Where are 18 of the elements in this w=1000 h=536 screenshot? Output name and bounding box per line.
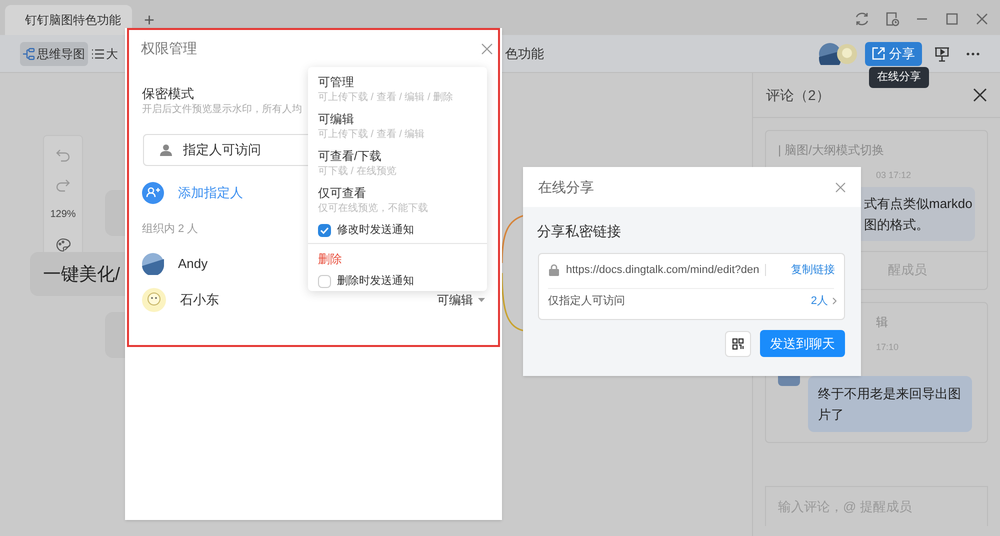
dialog-header: 在线分享 <box>523 167 861 207</box>
comment-title: 辑 <box>876 314 889 330</box>
tooltip: 在线分享 <box>869 67 929 88</box>
member-name: 石小东 <box>180 291 219 310</box>
checkbox-label: 修改时发送通知 <box>337 222 414 238</box>
share-url: https://docs.dingtalk.com/mind/edit?den <box>566 263 760 278</box>
checkbox-label: 删除时发送通知 <box>337 274 414 289</box>
panel-title: 评论（2） <box>766 86 830 104</box>
member-name: Andy <box>178 255 208 274</box>
section-label: 组织内 2 人 <box>142 222 198 237</box>
setting-description: 开启后文件预览显示水印，所有人均 <box>142 102 302 117</box>
section-title: 分享私密链接 <box>537 222 621 241</box>
comment-title: | 脑图/大纲模式切换 <box>778 142 885 159</box>
comment-bubble: 终于不用老是来回导出图片了 <box>808 376 972 432</box>
dialog-title: 权限管理 <box>141 39 197 58</box>
tab-title: 钉钉脑图特色功能 <box>25 12 121 29</box>
setting-title: 保密模式 <box>142 85 194 103</box>
access-label: 仅指定人可访问 <box>548 294 625 309</box>
